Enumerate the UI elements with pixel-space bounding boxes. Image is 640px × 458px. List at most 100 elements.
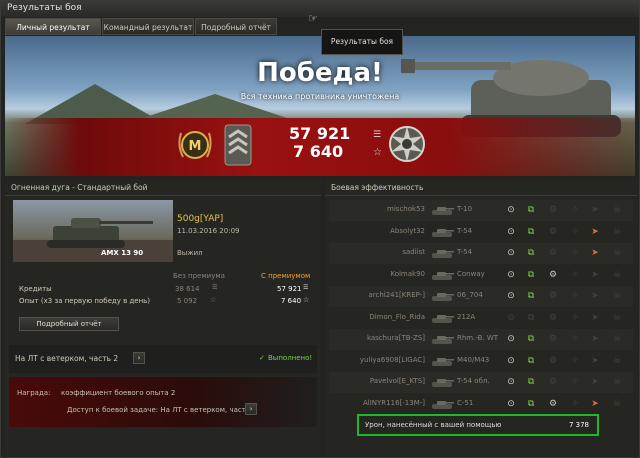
efficiency-row[interactable]: kaschura[TB-ZS] Rhm.-B. WT ⊙ ⧉ ⚙ ✧ ➤ ☠ (329, 329, 633, 350)
spotted-icon[interactable]: ⊙ (505, 355, 517, 367)
damage-icon[interactable]: ➤ (589, 247, 601, 259)
blocked-damage-icon[interactable]: ✧ (569, 247, 581, 259)
assist-icon[interactable]: ⧉ (525, 376, 537, 388)
kill-icon[interactable]: ☠ (611, 376, 623, 388)
critical-hit-icon[interactable]: ⚙ (547, 376, 559, 388)
player-name: AlINYR116[-13M-] (363, 398, 425, 407)
efficiency-row[interactable]: Pavelvol[E_KTS] T-54 обл. ⊙ ⧉ ⚙ ✧ ➤ ☠ (329, 372, 633, 393)
assist-icon[interactable]: ⧉ (525, 355, 537, 367)
next-task-text: Доступ к боевой задаче: На ЛТ с ветерком… (67, 406, 257, 414)
spotted-icon[interactable]: ⊙ (505, 290, 517, 302)
achievement-emblem-icon[interactable] (385, 122, 429, 166)
victory-banner: Победа! Вся техника противника уничтожен… (5, 36, 635, 176)
kill-icon[interactable]: ☠ (611, 398, 623, 410)
blocked-damage-icon[interactable]: ✧ (569, 269, 581, 281)
vehicle-icon (432, 357, 454, 366)
experience-no-premium: 5 092 (177, 297, 198, 305)
blocked-damage-icon[interactable]: ✧ (569, 333, 581, 345)
vehicle-name: Rhm.-B. WT (457, 334, 499, 342)
damage-icon[interactable]: ➤ (589, 290, 601, 302)
reward-block: Награда: коэффициент боевого опыта 2 Дос… (9, 377, 317, 427)
assist-icon[interactable]: ⧉ (525, 247, 537, 259)
critical-hit-icon[interactable]: ⚙ (547, 312, 559, 324)
assist-icon[interactable]: ⧉ (525, 398, 537, 410)
damage-icon[interactable]: ➤ (589, 269, 601, 281)
spotted-icon[interactable]: ⊙ (505, 312, 517, 324)
blocked-damage-icon[interactable]: ✧ (569, 204, 581, 216)
kill-icon[interactable]: ☠ (611, 333, 623, 345)
next-task-arrow-button[interactable]: › (245, 403, 257, 415)
critical-hit-icon[interactable]: ⚙ (547, 290, 559, 302)
damage-icon[interactable]: ➤ (589, 226, 601, 238)
blocked-damage-icon[interactable]: ✧ (569, 398, 581, 410)
assist-icon[interactable]: ⧉ (525, 204, 537, 216)
rank-chevron-icon[interactable] (221, 123, 255, 167)
kill-icon[interactable]: ☠ (611, 269, 623, 281)
blocked-damage-icon[interactable]: ✧ (569, 355, 581, 367)
mission-arrow-button[interactable]: › (133, 352, 145, 364)
mastery-badge-icon[interactable]: M (177, 125, 213, 165)
kill-icon[interactable]: ☠ (611, 226, 623, 238)
spotted-icon[interactable]: ⊙ (505, 398, 517, 410)
summary-label: Урон, нанесённый с вашей помощью (365, 421, 502, 429)
kill-icon[interactable]: ☠ (611, 204, 623, 216)
kill-icon[interactable]: ☠ (611, 312, 623, 324)
critical-hit-icon[interactable]: ⚙ (547, 204, 559, 216)
vehicle-icon (432, 271, 454, 280)
critical-hit-icon[interactable]: ⚙ (547, 355, 559, 367)
credits-icon: ☰ (373, 130, 382, 140)
blocked-damage-icon[interactable]: ✧ (569, 290, 581, 302)
vehicle-name: T-54 обл. (457, 377, 490, 385)
efficiency-row[interactable]: yuliya6908[LIGAC] M40/M43 ⊙ ⧉ ⚙ ✧ ➤ ☠ (329, 351, 633, 372)
critical-hit-icon[interactable]: ⚙ (547, 398, 559, 410)
spotted-icon[interactable]: ⊙ (505, 247, 517, 259)
efficiency-row[interactable]: Absolyt32 T-54 ⊙ ⧉ ⚙ ✧ ➤ ☠ (329, 222, 633, 243)
vehicle-name: T-10 (457, 205, 473, 213)
blocked-damage-icon[interactable]: ✧ (569, 376, 581, 388)
critical-hit-icon[interactable]: ⚙ (547, 226, 559, 238)
efficiency-row[interactable]: sadiist T-54 ⊙ ⧉ ⚙ ✧ ➤ ☠ (329, 243, 633, 264)
damage-icon[interactable]: ➤ (589, 398, 601, 410)
damage-icon[interactable]: ➤ (589, 312, 601, 324)
critical-hit-icon[interactable]: ⚙ (547, 269, 559, 281)
reward-label: Награда: (17, 389, 51, 397)
spotted-icon[interactable]: ⊙ (505, 333, 517, 345)
mission-row[interactable]: На ЛТ с ветерком, часть 2 › ✓ Выполнено! (9, 345, 317, 373)
spotted-icon[interactable]: ⊙ (505, 226, 517, 238)
critical-hit-icon[interactable]: ⚙ (547, 333, 559, 345)
detailed-report-button[interactable]: Подробный отчёт (19, 317, 119, 331)
credits-icon: ☰ (303, 284, 309, 291)
assist-icon[interactable]: ⧉ (525, 269, 537, 281)
damage-icon[interactable]: ➤ (589, 333, 601, 345)
divider (325, 195, 637, 196)
assist-icon[interactable]: ⧉ (525, 333, 537, 345)
spotted-icon[interactable]: ⊙ (505, 204, 517, 216)
damage-icon[interactable]: ➤ (589, 204, 601, 216)
blocked-damage-icon[interactable]: ✧ (569, 312, 581, 324)
damage-icon[interactable]: ➤ (589, 355, 601, 367)
assist-icon[interactable]: ⧉ (525, 312, 537, 324)
spotted-icon[interactable]: ⊙ (505, 269, 517, 281)
tab-detailed-report[interactable]: Подробный отчёт (195, 18, 277, 35)
kill-icon[interactable]: ☠ (611, 355, 623, 367)
kill-icon[interactable]: ☠ (611, 290, 623, 302)
efficiency-row[interactable]: AlINYR116[-13M-] C-51 ⊙ ⧉ ⚙ ✧ ➤ ☠ (329, 394, 633, 415)
assist-icon[interactable]: ⧉ (525, 290, 537, 302)
efficiency-row[interactable]: Dimon_Flo_Rida 212A ⊙ ⧉ ⚙ ✧ ➤ ☠ (329, 308, 633, 329)
tab-team-result[interactable]: Командный результат (102, 18, 194, 35)
battle-results-window: Результаты боя Личный результат Командны… (0, 0, 640, 458)
damage-icon[interactable]: ➤ (589, 376, 601, 388)
efficiency-row[interactable]: archi241[KREP-] 06_704 ⊙ ⧉ ⚙ ✧ ➤ ☠ (329, 286, 633, 307)
player-name: sadiist (402, 248, 425, 256)
critical-hit-icon[interactable]: ⚙ (547, 247, 559, 259)
blocked-damage-icon[interactable]: ✧ (569, 226, 581, 238)
summary-value: 7 378 (568, 421, 589, 429)
experience-star-icon: ☆ (303, 296, 310, 304)
assist-icon[interactable]: ⧉ (525, 226, 537, 238)
kill-icon[interactable]: ☠ (611, 247, 623, 259)
efficiency-row[interactable]: mischok53 T-10 ⊙ ⧉ ⚙ ✧ ➤ ☠ (329, 200, 633, 221)
tab-personal-result[interactable]: Личный результат (5, 18, 101, 35)
spotted-icon[interactable]: ⊙ (505, 376, 517, 388)
efficiency-row[interactable]: Kolmak90 Conway ⊙ ⧉ ⚙ ✧ ➤ ☠ (329, 265, 633, 286)
personal-panel: Огненная дуга - Стандартный бой AMX 13 9… (5, 179, 321, 455)
